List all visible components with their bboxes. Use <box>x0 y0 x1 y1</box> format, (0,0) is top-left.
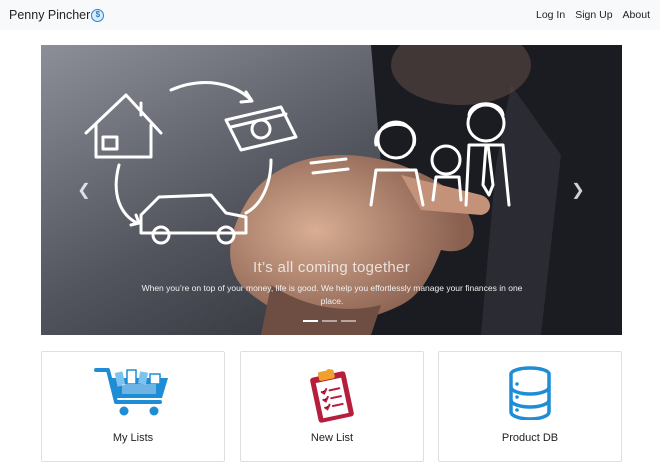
signup-link[interactable]: Sign Up <box>575 9 612 21</box>
my-lists-card[interactable]: My Lists <box>41 351 225 462</box>
product-db-card[interactable]: Product DB <box>438 351 622 462</box>
carousel-text: When you’re on top of your money, life i… <box>141 283 523 306</box>
nav-links: Log In Sign Up About <box>536 9 650 21</box>
carousel-indicator[interactable] <box>341 320 356 322</box>
carousel-next-button[interactable]: ❯ <box>568 176 588 204</box>
clipboard-icon <box>310 369 354 423</box>
chevron-left-icon: ❮ <box>77 182 91 199</box>
shopping-cart-icon <box>94 368 168 416</box>
brand[interactable]: Penny Pincher $ <box>9 8 105 22</box>
card-label: My Lists <box>112 432 154 444</box>
about-link[interactable]: About <box>623 9 650 21</box>
hero-carousel: ❮ ❯ It’s all coming together When you’re… <box>41 45 622 335</box>
new-list-card[interactable]: New List <box>240 351 424 462</box>
carousel-indicator[interactable] <box>303 320 318 322</box>
login-link[interactable]: Log In <box>536 9 565 21</box>
card-label: Product DB <box>501 432 559 444</box>
database-icon <box>509 366 551 420</box>
carousel-title: It’s all coming together <box>252 259 410 276</box>
chevron-right-icon: ❯ <box>571 182 585 199</box>
card-label: New List <box>310 432 354 444</box>
coin-icon: $ <box>91 8 105 22</box>
carousel-indicator[interactable] <box>322 320 337 322</box>
carousel-indicators <box>303 320 356 322</box>
navbar: Penny Pincher $ Log In Sign Up About <box>0 0 660 30</box>
carousel-prev-button[interactable]: ❮ <box>74 176 94 204</box>
brand-name: Penny Pincher <box>9 8 91 22</box>
